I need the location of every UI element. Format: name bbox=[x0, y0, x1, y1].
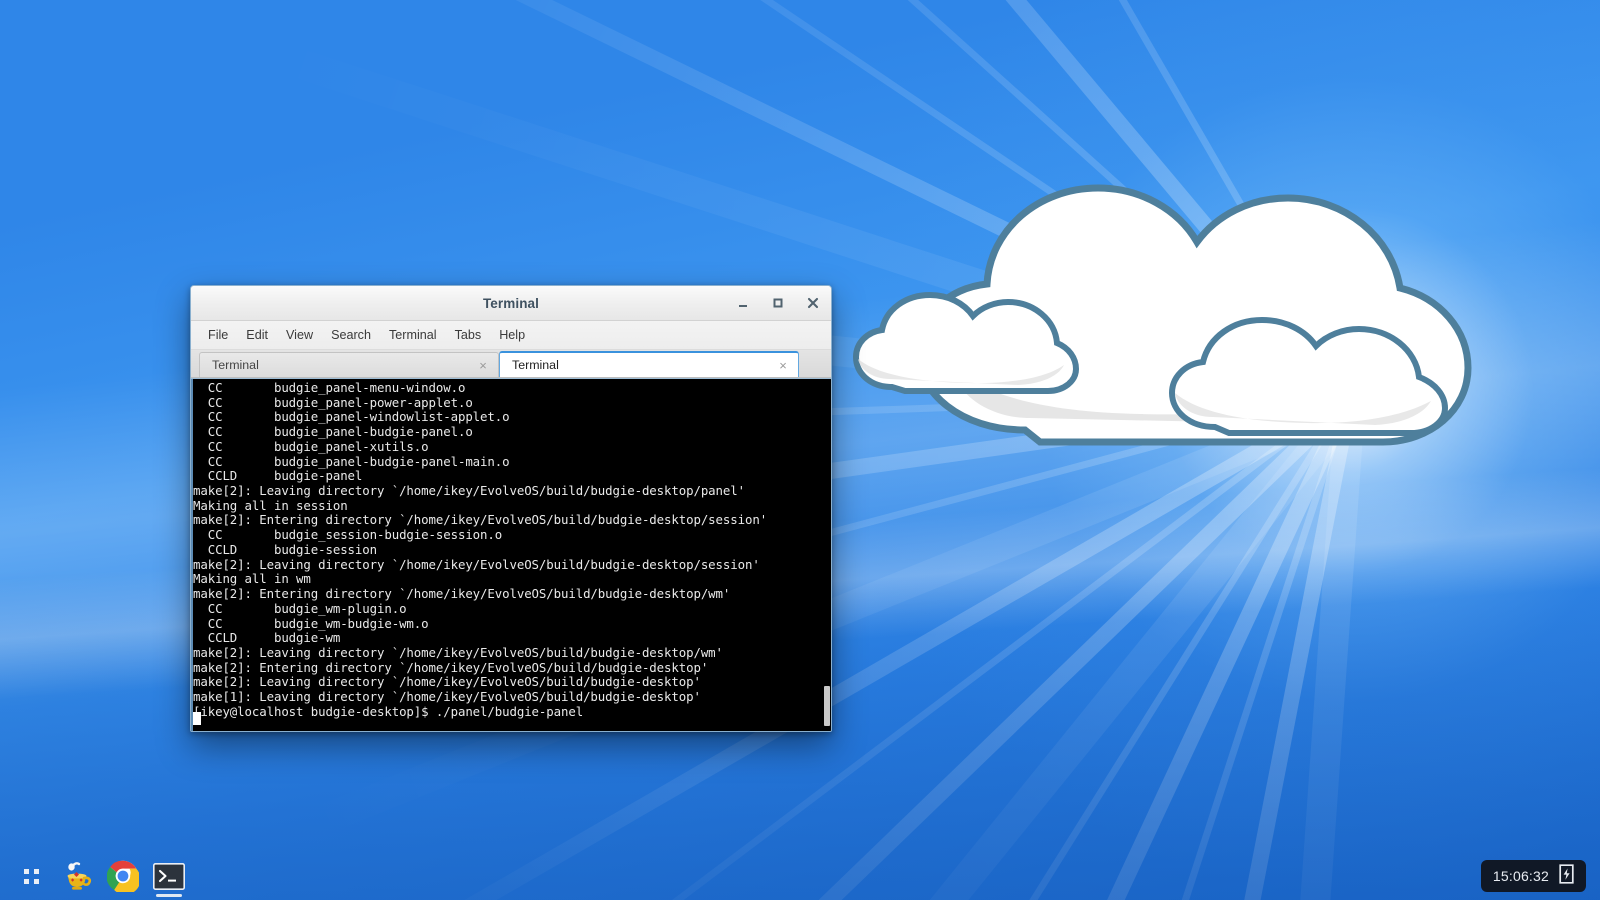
cloud-large bbox=[840, 130, 1480, 460]
cloud-small-right bbox=[1165, 305, 1455, 445]
tab-label: Terminal bbox=[512, 358, 559, 372]
menu-search[interactable]: Search bbox=[322, 325, 380, 345]
running-indicator bbox=[156, 894, 182, 897]
sun-glow bbox=[700, 0, 1600, 900]
tab-bar: Terminal × Terminal × bbox=[191, 350, 831, 378]
window-controls bbox=[733, 286, 823, 320]
tab-terminal-1[interactable]: Terminal × bbox=[199, 352, 499, 377]
terminal-output-text: CC budgie_panel-menu-window.o CC budgie_… bbox=[193, 380, 768, 719]
google-chrome-icon[interactable] bbox=[100, 853, 146, 899]
sun-ray bbox=[883, 392, 1354, 900]
clock-area[interactable]: 15:06:32 bbox=[1480, 860, 1586, 892]
app-menu-grid-icon[interactable] bbox=[8, 853, 54, 899]
menu-help[interactable]: Help bbox=[490, 325, 534, 345]
menu-bar: File Edit View Search Terminal Tabs Help bbox=[191, 321, 831, 350]
desktop: Terminal File Edit View Search Terminal … bbox=[0, 0, 1600, 900]
menu-edit[interactable]: Edit bbox=[237, 325, 277, 345]
terminal-window[interactable]: Terminal File Edit View Search Terminal … bbox=[190, 285, 832, 732]
menu-file[interactable]: File bbox=[199, 325, 237, 345]
menu-terminal[interactable]: Terminal bbox=[380, 325, 446, 345]
tab-terminal-2[interactable]: Terminal × bbox=[499, 351, 799, 377]
panel-tray: 15:06:32 bbox=[1480, 860, 1600, 892]
close-button[interactable] bbox=[803, 293, 823, 313]
minimize-button[interactable] bbox=[733, 293, 753, 313]
grid-icon-glyph bbox=[23, 868, 39, 884]
sun-ray bbox=[1055, 396, 1358, 900]
terminal-scrollbar-thumb[interactable] bbox=[824, 686, 830, 726]
menu-view[interactable]: View bbox=[277, 325, 322, 345]
tab-close-icon[interactable]: × bbox=[776, 358, 790, 373]
sun-ray bbox=[1230, 403, 1365, 900]
menu-tabs[interactable]: Tabs bbox=[446, 325, 491, 345]
tab-close-icon[interactable]: × bbox=[476, 358, 490, 373]
tab-label: Terminal bbox=[212, 358, 259, 372]
maximize-button[interactable] bbox=[768, 293, 788, 313]
window-title: Terminal bbox=[482, 295, 540, 311]
window-titlebar[interactable]: Terminal bbox=[191, 286, 831, 321]
budgie-lamp-icon[interactable] bbox=[54, 853, 100, 899]
terminal-output-area[interactable]: CC budgie_panel-menu-window.o CC budgie_… bbox=[191, 378, 831, 731]
clock-text: 15:06:32 bbox=[1492, 868, 1549, 884]
battery-charging-icon[interactable] bbox=[1559, 863, 1574, 889]
panel-launchers bbox=[0, 852, 192, 900]
terminal-scrollbar[interactable] bbox=[822, 379, 831, 731]
taskbar-panel: 15:06:32 bbox=[0, 852, 1600, 900]
terminal-cursor bbox=[193, 712, 201, 725]
terminal-icon[interactable] bbox=[146, 853, 192, 899]
cloud-small-left bbox=[850, 285, 1080, 405]
